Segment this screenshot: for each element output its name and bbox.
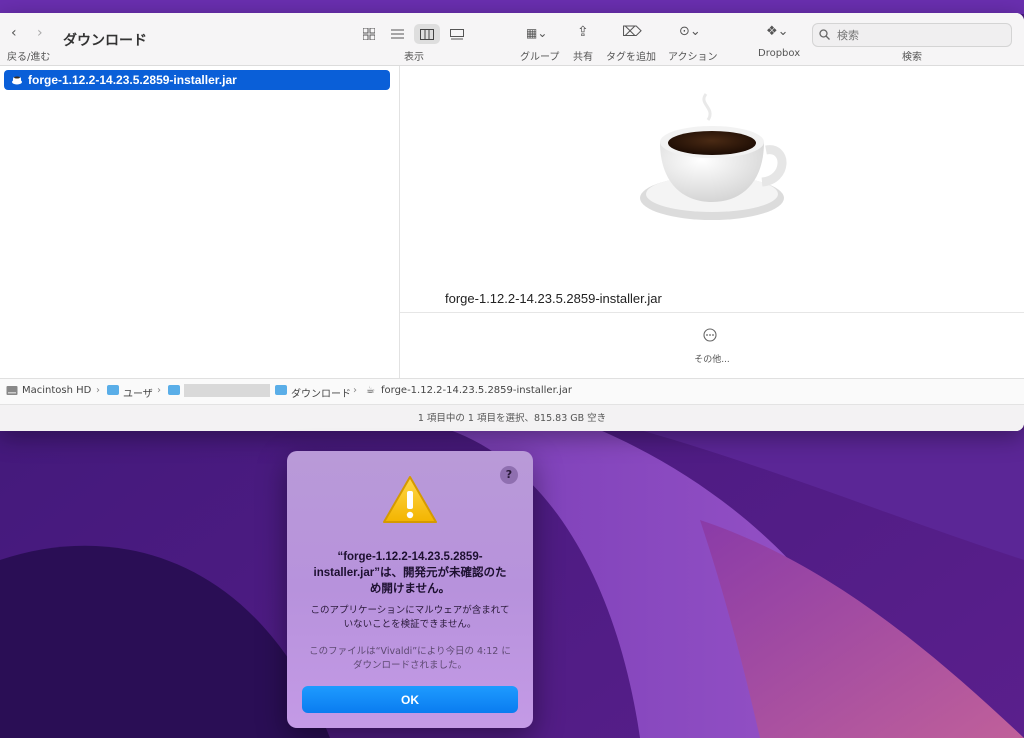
tag-label: タグを追加 — [606, 52, 656, 63]
action-label: アクション — [668, 52, 718, 63]
group-icon[interactable]: ▦⌄ — [526, 25, 547, 41]
path-item-file[interactable]: forge-1.12.2-14.23.5.2859-installer.jar — [381, 385, 572, 396]
path-separator: › — [157, 385, 161, 396]
search-label: 検索 — [902, 52, 922, 63]
preview-filename: forge-1.12.2-14.23.5.2859-installer.jar — [445, 291, 662, 306]
file-name: forge-1.12.2-14.23.5.2859-installer.jar — [28, 73, 237, 87]
dropbox-icon[interactable]: ❖⌄ — [766, 24, 789, 40]
group-label: グループ — [520, 52, 560, 63]
help-button[interactable]: ? — [500, 466, 518, 484]
column-view-button[interactable] — [414, 24, 440, 44]
dropbox-label: Dropbox — [758, 48, 801, 59]
back-icon[interactable]: ‹ — [11, 25, 17, 41]
unidentified-developer-alert: ? “forge-1.12.2-14.23.5.2859- installer.… — [287, 451, 533, 728]
search-icon — [819, 29, 830, 40]
gallery-icon — [450, 28, 464, 39]
preview-pane: forge-1.12.2-14.23.5.2859-installer.jar … — [400, 66, 1024, 378]
alert-download-info: このファイルは“Vivaldi”により今日の 4:12 に ダウンロードされまし… — [309, 646, 511, 671]
toolbar: ‹ › 戻る/進む ダウンロード 表示 ▦⌄ グループ ⇪ 共有 ⌦ タグを追加… — [0, 13, 1024, 66]
window-title: ダウンロード — [63, 32, 147, 48]
hard-disk-icon — [6, 386, 18, 395]
gallery-view-button[interactable] — [444, 24, 470, 44]
tag-icon[interactable]: ⌦ — [622, 24, 642, 40]
alert-title: “forge-1.12.2-14.23.5.2859- installer.ja… — [313, 551, 507, 595]
search-input[interactable] — [835, 26, 1009, 44]
path-item-users[interactable]: ユーザ — [123, 385, 153, 400]
list-view-button[interactable] — [384, 24, 410, 44]
alert-message: このアプリケーションにマルウェアが含まれて いないことを検証できません。 — [310, 605, 510, 630]
browser-content: forge-1.12.2-14.23.5.2859-installer.jar … — [0, 66, 1024, 378]
icon-view-button[interactable] — [356, 24, 382, 44]
list-icon — [390, 29, 404, 39]
path-bar: Macintosh HD › ユーザ › ダウンロード › ☕ forge-1.… — [0, 378, 1024, 404]
coffee-cup-icon — [640, 93, 787, 220]
more-options-label[interactable]: その他... — [400, 352, 1024, 365]
folder-icon — [275, 385, 287, 395]
file-list-item[interactable]: forge-1.12.2-14.23.5.2859-installer.jar — [4, 70, 390, 90]
path-item-disk[interactable]: Macintosh HD — [22, 385, 91, 396]
jar-file-icon: ☕ — [366, 385, 375, 396]
preview-divider — [400, 312, 1024, 313]
warning-icon — [383, 476, 437, 523]
file-column: forge-1.12.2-14.23.5.2859-installer.jar — [0, 66, 400, 378]
ok-button[interactable]: OK — [302, 686, 518, 713]
path-separator: › — [353, 385, 357, 396]
finder-window: ‹ › 戻る/進む ダウンロード 表示 ▦⌄ グループ ⇪ 共有 ⌦ タグを追加… — [0, 13, 1024, 431]
grid-icon — [363, 28, 375, 40]
forward-icon[interactable]: › — [37, 25, 43, 41]
status-bar: 1 項目中の 1 項目を選択、815.83 GB 空き — [0, 404, 1024, 431]
jar-file-icon — [12, 76, 22, 85]
action-icon[interactable]: ⊙⌄ — [679, 24, 701, 40]
path-item-downloads[interactable]: ダウンロード — [291, 385, 351, 400]
path-separator: › — [96, 385, 100, 396]
share-icon[interactable]: ⇪ — [577, 24, 589, 40]
more-options-icon[interactable] — [703, 328, 717, 342]
columns-icon — [420, 28, 434, 40]
search-box[interactable] — [812, 23, 1012, 47]
view-label: 表示 — [404, 52, 424, 63]
nav-label: 戻る/進む — [7, 52, 51, 63]
view-switcher — [356, 24, 474, 44]
redacted-username — [184, 384, 270, 397]
folder-icon — [168, 385, 180, 395]
share-label: 共有 — [573, 52, 593, 63]
folder-icon — [107, 385, 119, 395]
